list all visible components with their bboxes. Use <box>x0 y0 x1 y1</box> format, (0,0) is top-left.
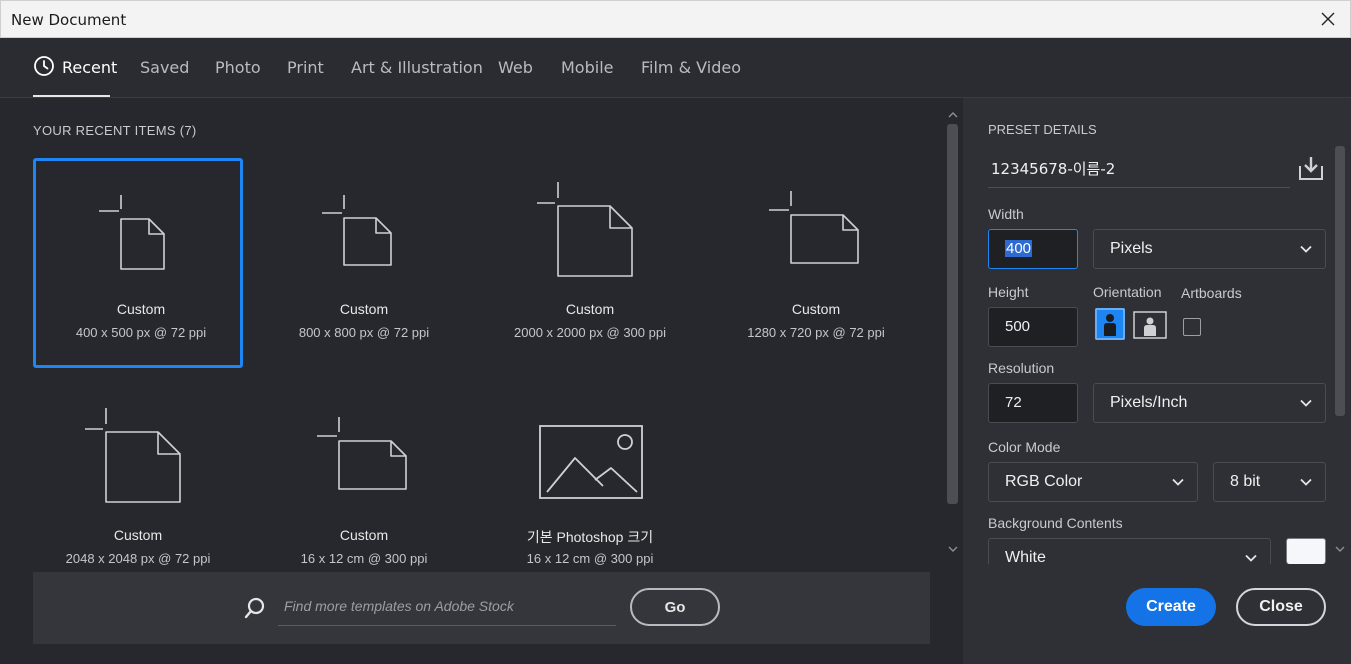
resolution-unit-value: Pixels/Inch <box>1110 394 1188 411</box>
height-input[interactable]: 500 <box>988 307 1078 347</box>
tab-print[interactable]: Print <box>287 58 324 77</box>
preset-name-input[interactable] <box>988 150 1290 188</box>
chevron-down-icon <box>1300 478 1312 486</box>
tab-mobile[interactable]: Mobile <box>561 58 613 77</box>
item-name: Custom <box>339 527 389 543</box>
item-size: 1280 x 720 px @ 72 ppi <box>747 325 885 340</box>
create-button[interactable]: Create <box>1126 588 1216 626</box>
square-document-icon <box>322 195 392 266</box>
chevron-down-icon[interactable] <box>947 544 959 554</box>
image-placeholder-icon <box>539 425 643 499</box>
recent-item-card[interactable]: Custom 800 x 800 px @ 72 ppi <box>259 158 469 368</box>
height-value: 500 <box>1005 318 1031 335</box>
scrollbar-thumb[interactable] <box>947 124 958 504</box>
width-unit-dropdown[interactable]: Pixels <box>1093 229 1326 269</box>
color-mode-dropdown[interactable]: RGB Color <box>988 462 1198 502</box>
item-name: 기본 Photoshop 크기 <box>526 529 654 545</box>
save-preset-icon[interactable] <box>1297 154 1325 182</box>
background-contents-dropdown[interactable]: White <box>988 538 1271 564</box>
item-name: Custom <box>339 301 389 317</box>
chevron-up-icon[interactable] <box>947 110 959 120</box>
width-value: 400 <box>1005 240 1033 257</box>
recent-item-card[interactable]: Custom 2000 x 2000 px @ 300 ppi <box>485 158 695 368</box>
portrait-document-icon <box>99 195 165 270</box>
background-color-swatch[interactable] <box>1286 538 1326 564</box>
landscape-document-icon <box>769 191 859 264</box>
square-document-icon <box>85 408 181 503</box>
tab-recent[interactable]: Recent <box>62 58 117 77</box>
item-size: 800 x 800 px @ 72 ppi <box>298 325 430 340</box>
width-unit-value: Pixels <box>1110 240 1153 257</box>
tab-web[interactable]: Web <box>498 58 533 77</box>
category-tabs: Recent Saved Photo Print Art & Illustrat… <box>0 38 1351 98</box>
template-search-input[interactable] <box>278 586 616 626</box>
item-size: 400 x 500 px @ 72 ppi <box>75 325 207 340</box>
chevron-down-icon <box>1300 399 1312 407</box>
preset-details-panel: PRESET DETAILS Width 400 Pixels Height 5… <box>963 98 1351 664</box>
width-label: Width <box>988 206 1024 222</box>
active-tab-indicator <box>33 95 110 97</box>
portrait-orientation-icon[interactable] <box>1095 308 1125 340</box>
bit-depth-dropdown[interactable]: 8 bit <box>1213 462 1326 502</box>
preset-scrollbar[interactable] <box>1333 146 1347 566</box>
section-title: YOUR RECENT ITEMS (7) <box>33 123 197 138</box>
artboards-checkbox[interactable] <box>1183 318 1201 336</box>
close-button[interactable]: Close <box>1236 588 1326 626</box>
preset-details-title: PRESET DETAILS <box>988 122 1097 137</box>
background-contents-label: Background Contents <box>988 515 1123 531</box>
recent-items-panel: YOUR RECENT ITEMS (7) Custom 400 x 500 p… <box>0 98 963 664</box>
recent-item-card[interactable]: 기본 Photoshop 크기 16 x 12 cm @ 300 ppi <box>485 384 695 594</box>
item-size: 2000 x 2000 px @ 300 ppi <box>514 325 666 340</box>
title-bar: New Document <box>0 0 1351 38</box>
artboards-label: Artboards <box>1181 285 1242 301</box>
tab-film-video[interactable]: Film & Video <box>641 58 741 77</box>
item-size: 16 x 12 cm @ 300 ppi <box>526 551 654 566</box>
recent-item-card[interactable]: Custom 400 x 500 px @ 72 ppi <box>33 158 243 368</box>
window-title: New Document <box>11 11 127 29</box>
recent-item-card[interactable]: Custom 2048 x 2048 px @ 72 ppi <box>33 384 243 594</box>
landscape-document-icon <box>317 417 407 490</box>
tab-saved[interactable]: Saved <box>140 58 189 77</box>
chevron-down-icon <box>1300 245 1312 253</box>
color-mode-label: Color Mode <box>988 439 1061 455</box>
go-button[interactable]: Go <box>630 588 720 626</box>
item-size: 16 x 12 cm @ 300 ppi <box>300 551 428 566</box>
resolution-label: Resolution <box>988 360 1055 376</box>
item-name: Custom <box>113 527 163 543</box>
chevron-down-icon <box>1245 554 1257 562</box>
background-contents-value: White <box>1005 549 1046 564</box>
item-name: Custom <box>116 301 166 317</box>
recent-item-card[interactable]: Custom 16 x 12 cm @ 300 ppi <box>259 384 469 594</box>
recent-item-card[interactable]: Custom 1280 x 720 px @ 72 ppi <box>711 158 921 368</box>
height-label: Height <box>988 284 1029 300</box>
item-size: 2048 x 2048 px @ 72 ppi <box>65 551 211 566</box>
resolution-input[interactable]: 72 <box>988 383 1078 423</box>
tab-art-illustration[interactable]: Art & Illustration <box>351 58 483 77</box>
item-name: Custom <box>565 301 615 317</box>
template-search-bar: Go <box>33 572 930 644</box>
item-name: Custom <box>791 301 841 317</box>
chevron-down-icon[interactable] <box>1334 544 1346 554</box>
clock-icon <box>34 56 54 76</box>
search-icon <box>244 597 265 619</box>
scrollbar-thumb[interactable] <box>1335 146 1345 416</box>
resolution-unit-dropdown[interactable]: Pixels/Inch <box>1093 383 1326 423</box>
tab-photo[interactable]: Photo <box>215 58 261 77</box>
width-input[interactable]: 400 <box>988 229 1078 269</box>
close-icon[interactable] <box>1316 7 1340 31</box>
bit-depth-value: 8 bit <box>1230 473 1261 490</box>
landscape-orientation-icon[interactable] <box>1133 308 1167 340</box>
recent-scrollbar[interactable] <box>944 98 963 568</box>
orientation-label: Orientation <box>1093 284 1162 300</box>
square-document-icon <box>537 182 633 277</box>
resolution-value: 72 <box>1005 394 1022 411</box>
color-mode-value: RGB Color <box>1005 473 1083 490</box>
chevron-down-icon <box>1172 478 1184 486</box>
